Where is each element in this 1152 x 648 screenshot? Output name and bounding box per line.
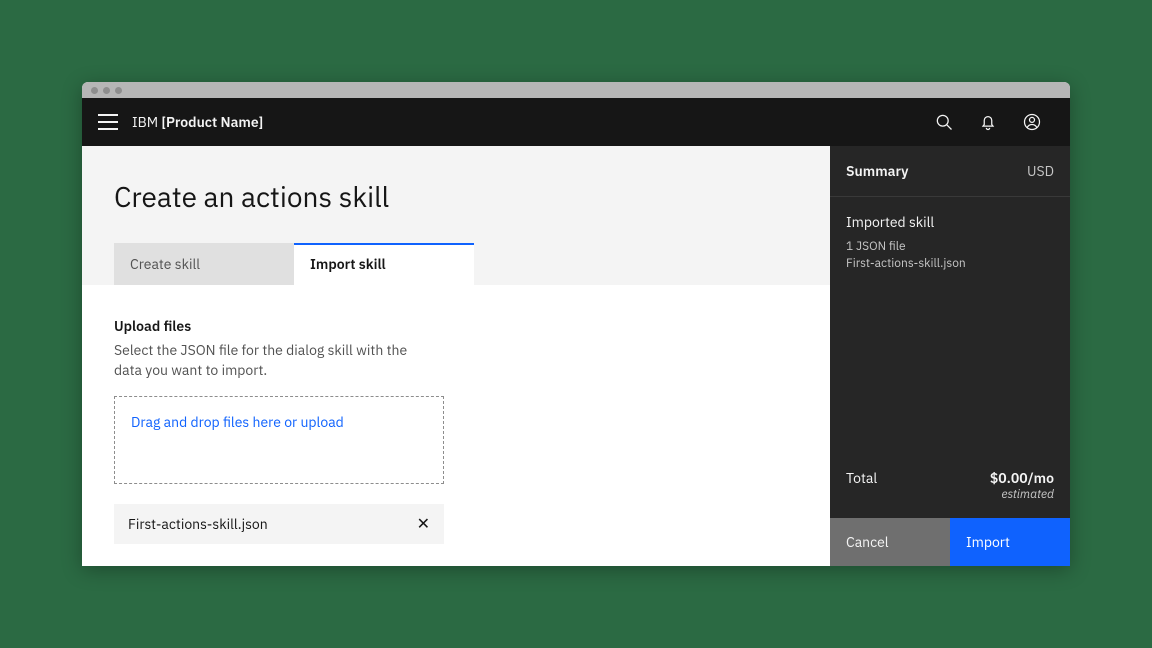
window-dot [115, 87, 122, 94]
uploaded-file-chip: First-actions-skill.json ✕ [114, 504, 444, 544]
page-title: Create an actions skill [114, 178, 798, 215]
summary-title: Summary [846, 162, 908, 180]
main-panel: Create an actions skill Create skill Imp… [82, 146, 830, 566]
user-avatar-icon[interactable] [1010, 98, 1054, 146]
main-header-region: Create an actions skill Create skill Imp… [82, 146, 830, 285]
summary-total-row: Total $0.00/mo estimated [830, 469, 1070, 518]
menu-icon[interactable] [98, 114, 118, 130]
import-button[interactable]: Import [950, 518, 1070, 566]
uploaded-file-name: First-actions-skill.json [128, 515, 268, 533]
summary-actions: Cancel Import [830, 518, 1070, 566]
summary-currency: USD [1027, 162, 1054, 180]
summary-file-count: 1 JSON file [846, 239, 1054, 256]
app-window: IBM [Product Name] Create an actions ski… [82, 82, 1070, 566]
upload-section-title: Upload files [114, 317, 798, 335]
window-dot [91, 87, 98, 94]
summary-estimated-label: estimated [990, 487, 1054, 502]
summary-imported-label: Imported skill [846, 213, 1054, 231]
window-dot [103, 87, 110, 94]
content-area: Create an actions skill Create skill Imp… [82, 146, 1070, 566]
window-titlebar [82, 82, 1070, 98]
notifications-icon[interactable] [966, 98, 1010, 146]
upload-section-description: Select the JSON file for the dialog skil… [114, 341, 434, 380]
summary-total-label: Total [846, 469, 877, 487]
search-icon[interactable] [922, 98, 966, 146]
import-skill-form: Upload files Select the JSON file for th… [82, 285, 830, 566]
summary-sidebar: Summary USD Imported skill 1 JSON file F… [830, 146, 1070, 566]
summary-total-amount: $0.00/mo [990, 469, 1054, 487]
product-name: [Product Name] [161, 113, 263, 131]
summary-header: Summary USD [830, 146, 1070, 197]
file-dropzone[interactable]: Drag and drop files here or upload [114, 396, 444, 484]
brand-prefix: IBM [132, 113, 161, 131]
summary-file-name: First-actions-skill.json [846, 256, 1054, 273]
tab-import-skill[interactable]: Import skill [294, 243, 474, 285]
summary-body: Imported skill 1 JSON file First-actions… [830, 197, 1070, 469]
brand-title: IBM [Product Name] [132, 113, 263, 131]
tab-list: Create skill Import skill [114, 243, 798, 285]
remove-file-icon[interactable]: ✕ [417, 516, 430, 532]
cancel-button[interactable]: Cancel [830, 518, 950, 566]
global-header: IBM [Product Name] [82, 98, 1070, 146]
tab-create-skill[interactable]: Create skill [114, 243, 294, 285]
